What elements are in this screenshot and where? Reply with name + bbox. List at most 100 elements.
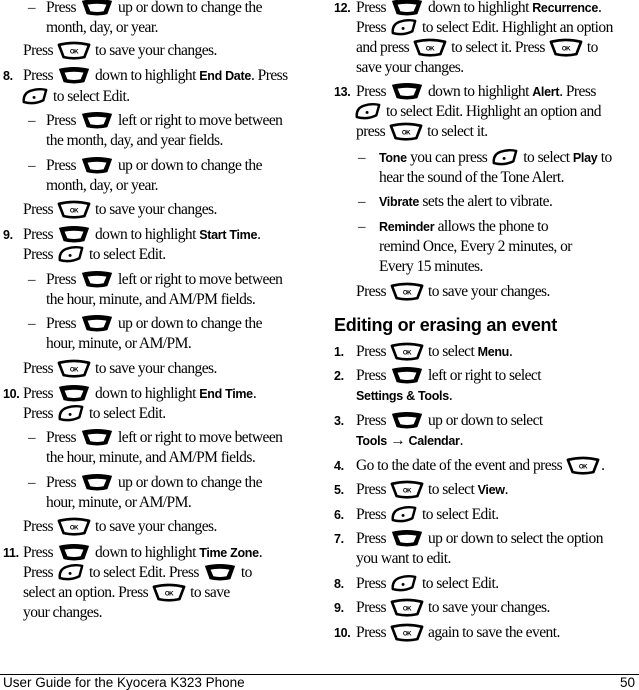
- text: again to save the event.: [427, 624, 560, 641]
- step-11-line4: your changes.: [23, 604, 102, 621]
- step-12-line2: Press to select Edit. Highlight an option: [356, 18, 613, 38]
- nav-key-icon: [80, 156, 114, 175]
- step-8-line2: to select Edit.: [21, 87, 130, 107]
- footer-title: User Guide for the Kyocera K323 Phone: [3, 675, 245, 690]
- edit-step-2-line2: Settings & Tools.: [356, 386, 453, 406]
- edit-step-5: Press to select View.: [356, 480, 509, 500]
- text: up or down to change the: [117, 0, 262, 16]
- ok-key-icon: [390, 342, 424, 361]
- text: Press: [46, 271, 77, 288]
- text: .: [598, 0, 602, 16]
- edit-step-7: Press up or down to select the option: [356, 529, 603, 549]
- text: up or down to select: [427, 412, 543, 429]
- text: to select it. Press: [451, 39, 545, 56]
- soft-key-icon: [390, 574, 418, 593]
- step-number: 10.: [334, 626, 351, 640]
- edit-step-10: Press again to save the event.: [356, 623, 560, 643]
- ok-key-icon: [566, 456, 600, 475]
- step-number: 2.: [334, 369, 344, 383]
- text: left or right to select: [427, 367, 542, 384]
- text: .: [504, 481, 509, 498]
- arrow-right-icon: →: [390, 432, 406, 449]
- sub-step-continuation: hear the sound of the Tone Alert.: [379, 169, 565, 186]
- text: Press: [356, 83, 387, 100]
- step-number: 9.: [334, 601, 344, 615]
- text: .: [252, 385, 257, 402]
- text: left or right to move between: [117, 112, 283, 129]
- ok-key-icon: [57, 41, 91, 60]
- text: Press: [356, 19, 387, 36]
- ok-key-icon: [390, 480, 424, 499]
- text: Press: [46, 0, 77, 16]
- ok-key-icon: [390, 623, 424, 642]
- text: Press: [23, 226, 54, 243]
- text: down to highlight: [427, 83, 529, 100]
- text: up or down to change the: [117, 474, 262, 491]
- text: up or down to select the option: [427, 530, 604, 547]
- text: Press: [356, 530, 387, 547]
- bullet-dash: –: [28, 0, 36, 16]
- text: Press: [23, 360, 54, 377]
- text: Press: [46, 157, 77, 174]
- sub-step-continuation: the hour, minute, and AM/PM fields.: [46, 449, 256, 466]
- text: Press: [23, 201, 54, 218]
- text: down to highlight: [94, 385, 196, 402]
- sub-step-continuation: month, day, or year.: [46, 19, 159, 36]
- menu-term: Vibrate: [379, 195, 420, 209]
- bullet-dash: –: [28, 430, 36, 446]
- soft-key-icon: [57, 404, 85, 423]
- nav-key-icon: [80, 473, 114, 492]
- nav-key-icon: [57, 384, 91, 403]
- nav-key-icon: [390, 82, 424, 101]
- soft-key-icon: [21, 87, 49, 106]
- sub-step: Press left or right to move between: [46, 270, 283, 290]
- save-line: Press to save your changes.: [356, 282, 550, 302]
- sub-step-continuation: hour, minute, or AM/PM.: [46, 494, 192, 511]
- soft-key-icon: [390, 505, 418, 524]
- text: to save: [190, 584, 230, 601]
- nav-key-icon: [80, 428, 114, 447]
- menu-term: Start Time: [199, 228, 258, 242]
- sub-step: Press up or down to change the: [46, 314, 262, 334]
- step-12-line4: save your changes.: [356, 59, 464, 76]
- text: .: [459, 432, 464, 449]
- menu-term: Recurrence: [532, 1, 598, 15]
- step-number: 12.: [334, 1, 351, 15]
- nav-key-icon: [390, 366, 424, 385]
- step-number: 11.: [3, 546, 19, 560]
- text: down to highlight: [94, 226, 196, 243]
- nav-key-icon: [203, 563, 237, 582]
- edit-step-9: Press to save your changes.: [356, 598, 550, 618]
- text: left or right to move between: [117, 429, 283, 446]
- step-number: 7.: [334, 532, 344, 546]
- step-12: Press down to highlight Recurrence.: [356, 0, 602, 18]
- text: select an option. Press: [23, 584, 149, 601]
- ok-key-icon: [57, 200, 91, 219]
- sub-step-continuation: month, day, or year.: [46, 177, 159, 194]
- bullet-dash: –: [28, 113, 36, 129]
- text: Press: [356, 412, 387, 429]
- step-number: 1.: [334, 345, 344, 359]
- nav-key-icon: [57, 543, 91, 562]
- sub-step-continuation: the month, day, and year fields.: [46, 132, 223, 149]
- text: to select Edit. Highlight an option: [421, 19, 613, 36]
- edit-step-7-line2: you want to edit.: [356, 550, 451, 567]
- text: to select: [427, 481, 475, 498]
- ok-key-icon: [389, 122, 423, 141]
- text: Press: [46, 429, 77, 446]
- text: Press: [23, 385, 54, 402]
- bullet-dash: –: [358, 150, 366, 166]
- sub-step-continuation: Every 15 minutes.: [379, 258, 483, 275]
- text: to: [240, 564, 253, 581]
- text: to select Edit. Highlight an option and: [386, 103, 601, 120]
- text: you can press: [410, 149, 488, 166]
- step-number: 10.: [3, 387, 20, 401]
- text: Press: [356, 599, 387, 616]
- text: . Press: [250, 67, 288, 84]
- menu-term: Menu: [477, 345, 510, 359]
- ok-key-icon: [57, 359, 91, 378]
- text: and press: [356, 39, 410, 56]
- menu-term: Tools: [356, 434, 387, 448]
- text: to select it.: [427, 123, 488, 140]
- text: down to highlight: [94, 544, 196, 561]
